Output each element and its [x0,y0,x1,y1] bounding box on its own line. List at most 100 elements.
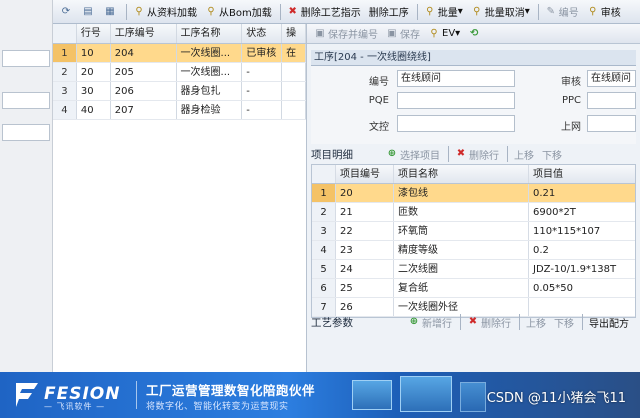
items-section-header: 项目明细 ⊕ 选择项目 ✖ 删除行 上移 下移 [311,144,636,164]
section-separator [582,314,583,330]
column-header[interactable]: 工序名称 [177,24,243,43]
batch-button[interactable]: ⚲ 批量 ▾ [421,2,466,22]
text-review-field[interactable] [397,115,515,132]
edit-button[interactable]: ✎ 编号 [542,2,582,22]
table-cell-more [282,101,307,119]
params-section-header: 工艺参数 ⊕ 新增行 ✖ 删除行 上移 下移 导出配方 [311,312,640,332]
table-cell-name: 复合纸 [394,279,529,297]
left-filter-box-3[interactable] [2,124,50,141]
column-header[interactable]: 工序编号 [111,24,177,43]
table-row[interactable]: 5 24 二次线圈 JDZ-10/1.9*138T [312,260,635,279]
table-cell-status: - [242,82,283,100]
table-cell-value: 6900*2T [533,207,576,218]
table-row[interactable]: 2 20 205 一次线圈... - [53,63,307,82]
section-separator [507,146,508,162]
table-row[interactable]: 3 22 环氧筒 110*115*107 [312,222,635,241]
delete-process-hint-button[interactable]: ✖ 删除工艺指示 [284,2,364,22]
batch-cancel-button[interactable]: ⚲ 批量取消 ▾ [468,2,533,22]
column-header[interactable]: 项目名称 [394,165,529,183]
csdn-watermark: CSDN @11小猪会飞11 [486,391,626,406]
delete-process-button[interactable]: 删除工序 [366,2,412,22]
table-cell-no: 30 [77,82,111,100]
fesion-logo-icon [16,383,38,407]
table-cell-no: 20 [77,63,111,81]
table-cell-name: 匝数 [394,203,529,221]
table-row[interactable]: 3 30 206 器身包扎 - [53,82,307,101]
column-header[interactable]: 项目值 [529,165,635,183]
table-cell-code: 23 [336,241,394,259]
online-label: 上网 [561,122,581,133]
ev-button[interactable]: ⚲ EV ▾ [425,25,463,43]
table-cell-name: 二次线圈 [394,260,529,278]
item-move-down-button[interactable]: 下移 [539,145,565,163]
table-cell-idx: 3 [53,82,77,100]
left-filter-box-1[interactable] [2,50,50,67]
table-cell-status: 已审核 [242,44,283,62]
save-icon: ▣ [315,27,325,39]
table-cell-status: - [242,101,283,119]
table-cell-idx: 2 [312,203,336,221]
refresh-button[interactable]: ⟳ [57,2,77,22]
table-cell-code: 205 [111,63,177,81]
wand-icon: ⚲ [207,5,215,17]
audit-field[interactable]: 在线顾问 [587,70,636,87]
number-label: 编号 [369,77,389,88]
select-item-button[interactable]: ⊕ 选择项目 [383,145,443,163]
table-cell-idx: 6 [312,279,336,297]
table-row[interactable]: 6 25 复合纸 0.05*50 [312,279,635,298]
main-toolbar: ⟳ ▤ ▦ ⚲ 从资料加载 ⚲ 从Bom加载 ✖ 删除工艺指示 删除工序 ⚲ 批量 ▾ ⚲… [53,0,640,24]
table-cell-status: - [242,63,283,81]
left-filter-box-2[interactable] [2,92,50,109]
column-header[interactable]: 操 [282,24,307,43]
table-cell-more [282,82,307,100]
item-move-up-button[interactable]: 上移 [511,145,537,163]
add-row-button[interactable]: ⊕ 新增行 [405,312,455,332]
table-row[interactable]: 1 20 漆包线 0.21 [312,184,635,203]
number-field[interactable]: 在线顾问 [397,70,515,87]
load-from-bom-button[interactable]: ⚲ 从Bom加载 [202,2,275,22]
table-row[interactable]: 2 21 匝数 6900*2T [312,203,635,222]
table-cell-more: 在 [282,44,307,62]
save-button[interactable]: ▣ 保存 [383,25,423,43]
table-row[interactable]: 1 10 204 一次线圈... 已审核在 [53,44,307,63]
column-header[interactable]: 状态 [242,24,283,43]
print-button[interactable]: ▦ [101,2,121,22]
banner-divider [136,381,137,409]
delete-icon: ✖ [288,5,297,17]
delete-icon: ✖ [456,148,466,159]
delete-icon: ✖ [468,316,478,327]
table-cell-no: 40 [77,101,111,119]
export-button[interactable]: ▤ [79,2,99,22]
save-icon: ▣ [387,27,397,39]
process-panel-title: 工序[204 - 一次线圈绕线] [311,50,636,66]
document-icon: ▤ [83,5,93,17]
save-and-number-button[interactable]: ▣ 保存并编号 [311,25,381,43]
ppc-field[interactable] [587,92,636,109]
monitor-shape [352,380,392,410]
export-recipe-button[interactable]: 导出配方 [586,312,632,332]
wand-icon: ⚲ [135,5,143,17]
column-header[interactable]: 项目编号 [336,165,394,183]
param-move-up-button[interactable]: 上移 [523,312,549,332]
pqe-field[interactable] [397,92,515,109]
plus-icon: ⊕ [409,316,419,327]
pqe-label: PQE [368,95,389,106]
items-grid-header: 项目编号 项目名称 项目值 [312,165,635,184]
table-row[interactable]: 4 23 精度等级 0.2 [312,241,635,260]
table-cell-code: 20 [336,184,394,202]
sync-button[interactable]: ⟲ [465,25,485,43]
banner-slogan: 工厂运营管理数智化陪跑伙伴 [146,383,316,398]
online-field[interactable] [587,115,636,132]
delete-param-row-button[interactable]: ✖ 删除行 [464,312,514,332]
table-row[interactable]: 4 40 207 器身检验 - [53,101,307,120]
refresh-icon: ⟳ [61,5,71,17]
table-cell-value: 0.2 [533,245,549,256]
ppc-label: PPC [561,95,581,106]
param-move-down-button[interactable]: 下移 [551,312,577,332]
load-from-data-button[interactable]: ⚲ 从资料加载 [130,2,200,22]
toolbar-separator [537,3,539,20]
review-button[interactable]: ⚲ 审核 [584,2,624,22]
section-separator [519,314,520,330]
delete-item-row-button[interactable]: ✖ 删除行 [452,145,502,163]
column-header[interactable]: 行号 [77,24,111,43]
